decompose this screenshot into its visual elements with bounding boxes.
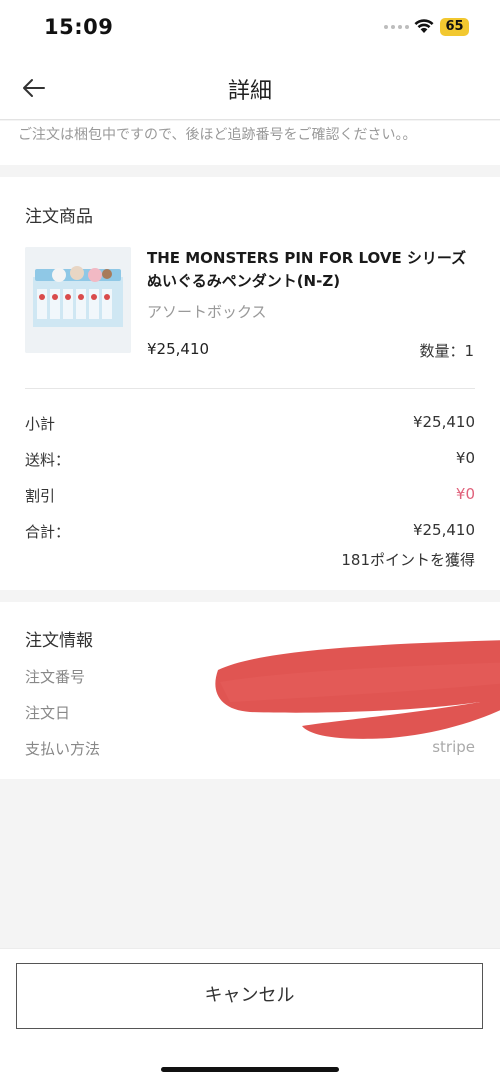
- subtotal-row: 小計 ¥25,410: [25, 413, 475, 435]
- cancel-order-button[interactable]: キャンセル: [16, 963, 483, 1029]
- order-detail-screen: 15:09 65 詳細 ご注文は梱包中ですので、後ほど追跡番号をご確認ください。…: [0, 0, 500, 1080]
- battery-icon: 65: [440, 18, 469, 36]
- product-name[interactable]: THE MONSTERS PIN FOR LOVE シリーズぬいぐるみペンダント…: [147, 247, 477, 293]
- product-box-image: [25, 247, 131, 353]
- total-row: 合計： ¥25,410: [25, 521, 475, 543]
- cellular-signal-icon: [384, 25, 409, 29]
- product-price: ¥25,410: [147, 340, 210, 358]
- order-info-title: 注文情報: [25, 631, 93, 651]
- products-section-title: 注文商品: [25, 207, 93, 227]
- subtotal-label: 小計: [25, 415, 56, 433]
- discount-row: 割引 ¥0: [25, 485, 475, 507]
- order-products-card: 注文商品 THE MONSTERS PIN FOR LOVE シリーズぬいぐるみ…: [0, 177, 500, 590]
- status-bar: 15:09 65: [0, 0, 500, 56]
- payment-method-label: 支払い方法: [25, 740, 101, 758]
- shipping-label: 送料：: [25, 451, 71, 469]
- product-image[interactable]: [25, 247, 131, 353]
- home-indicator[interactable]: [161, 1067, 339, 1072]
- nav-header: 詳細: [0, 56, 500, 120]
- points-row: 181ポイントを獲得: [25, 549, 475, 571]
- shipping-value: ¥0: [455, 449, 475, 467]
- page-title: 詳細: [227, 79, 272, 104]
- discount-label: 割引: [25, 487, 56, 505]
- order-number-label: 注文番号: [25, 668, 86, 686]
- subtotal-value: ¥25,410: [412, 413, 475, 431]
- total-value: ¥25,410: [412, 521, 475, 539]
- packing-notice: ご注文は梱包中ですので、後ほど追跡番号をご確認ください。。: [0, 121, 500, 165]
- redaction-scribble: [215, 640, 500, 739]
- bottom-action-bar: キャンセル: [0, 948, 500, 1080]
- product-variant: アソートボックス: [147, 303, 267, 321]
- points-earned: 181ポイントを獲得: [341, 551, 475, 569]
- shipping-row: 送料： ¥0: [25, 449, 475, 471]
- discount-value: ¥0: [455, 485, 475, 503]
- order-date-label: 注文日: [25, 704, 71, 722]
- wifi-icon: [414, 19, 434, 33]
- divider: [25, 388, 475, 389]
- total-label: 合計：: [25, 523, 71, 541]
- product-quantity: 数量：1: [419, 342, 474, 360]
- status-time: 15:09: [44, 15, 114, 39]
